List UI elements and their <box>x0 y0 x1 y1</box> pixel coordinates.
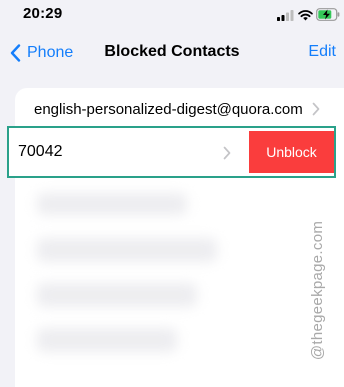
status-time: 20:29 <box>23 5 63 22</box>
page-title: Blocked Contacts <box>104 43 240 60</box>
watermark-text: @thegeekpage.com <box>309 220 327 360</box>
list-item-blocked-email[interactable]: english-personalized-digest@quora.com <box>15 88 344 130</box>
chevron-right-icon <box>312 102 320 116</box>
status-bar: 20:29 <box>0 0 344 30</box>
blocked-contact-label: english-personalized-digest@quora.com <box>34 100 303 118</box>
blurred-contacts <box>15 183 344 387</box>
battery-charging-icon <box>316 8 340 21</box>
wifi-icon <box>298 10 313 21</box>
cellular-signal-icon <box>277 10 294 21</box>
blocked-contact-label: 70042 <box>18 143 63 160</box>
unblock-button[interactable]: Unblock <box>249 131 334 173</box>
navigation-bar: Phone Blocked Contacts Edit <box>0 34 344 70</box>
watermark: @thegeekpage.com <box>298 200 338 380</box>
edit-button[interactable]: Edit <box>308 43 336 61</box>
list-item-blocked-number[interactable]: 70042 Unblock <box>7 126 336 178</box>
chevron-right-icon <box>223 146 231 160</box>
